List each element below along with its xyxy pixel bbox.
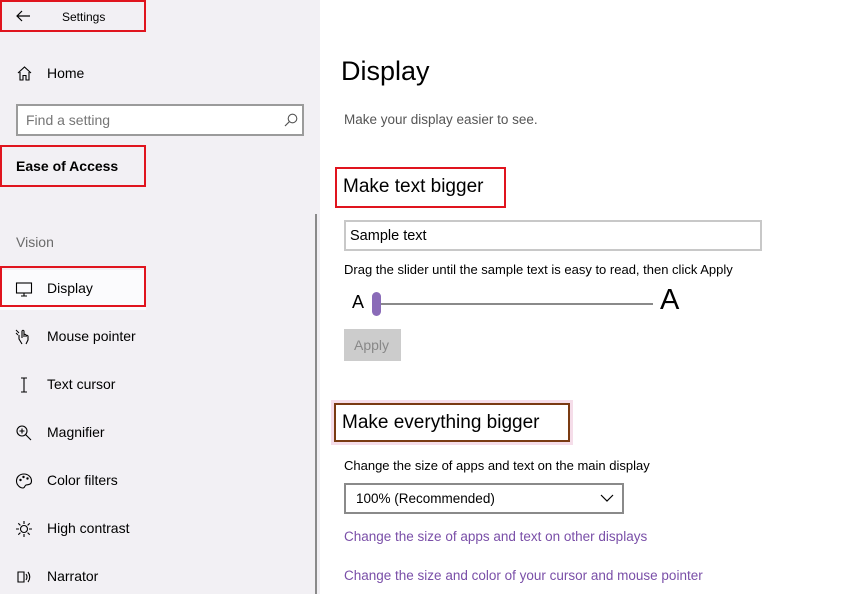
text-size-slider[interactable] bbox=[372, 292, 655, 316]
page-title: Display bbox=[341, 56, 430, 86]
page-subtitle: Make your display easier to see. bbox=[344, 112, 538, 127]
scale-label: Change the size of apps and text on the … bbox=[344, 458, 650, 473]
search-box[interactable] bbox=[16, 104, 304, 136]
everything-bigger-heading: Make everything bigger bbox=[342, 412, 540, 433]
high-contrast-icon bbox=[15, 520, 33, 538]
text-cursor-icon bbox=[15, 376, 33, 394]
slider-instruction: Drag the slider until the sample text is… bbox=[344, 262, 733, 277]
sidebar-item-label: Color filters bbox=[47, 472, 118, 488]
slider-thumb[interactable] bbox=[372, 292, 381, 316]
link-other-displays[interactable]: Change the size of apps and text on othe… bbox=[344, 529, 647, 544]
search-input[interactable] bbox=[26, 111, 271, 129]
sidebar-item-color-filters[interactable]: Color filters bbox=[0, 466, 310, 496]
apply-button[interactable]: Apply bbox=[344, 329, 401, 361]
color-filters-icon bbox=[15, 472, 33, 490]
sidebar-item-label: Narrator bbox=[47, 568, 99, 584]
apply-button-label: Apply bbox=[354, 337, 390, 353]
small-a-label: A bbox=[352, 292, 365, 312]
chevron-down-icon bbox=[600, 493, 614, 503]
sidebar-item-label: Home bbox=[47, 65, 85, 81]
window-title: Settings bbox=[62, 10, 106, 24]
sidebar-item-text-cursor[interactable]: Text cursor bbox=[0, 370, 310, 400]
scale-dropdown-value: 100% (Recommended) bbox=[356, 491, 495, 506]
main-content: Display Make your display easier to see.… bbox=[320, 0, 844, 594]
narrator-icon bbox=[15, 568, 33, 586]
sample-text: Sample text bbox=[350, 228, 427, 244]
group-label-vision: Vision bbox=[16, 234, 54, 250]
sidebar-item-home[interactable]: Home bbox=[0, 58, 310, 88]
sample-text-box: Sample text bbox=[344, 220, 762, 251]
magnifier-icon bbox=[15, 424, 33, 442]
section-title: Ease of Access bbox=[16, 158, 119, 174]
sidebar-item-display[interactable]: Display bbox=[0, 274, 310, 304]
back-arrow-icon[interactable] bbox=[14, 7, 32, 25]
sidebar-item-magnifier[interactable]: Magnifier bbox=[0, 418, 310, 448]
scale-dropdown[interactable]: 100% (Recommended) bbox=[344, 483, 624, 514]
home-icon bbox=[16, 65, 34, 83]
large-a-label: A bbox=[660, 284, 680, 316]
sidebar-item-label: High contrast bbox=[47, 520, 130, 536]
sidebar-item-narrator[interactable]: Narrator bbox=[0, 562, 310, 592]
sidebar-item-label: Display bbox=[47, 280, 93, 296]
search-icon[interactable] bbox=[283, 112, 299, 128]
sidebar-item-label: Text cursor bbox=[47, 376, 116, 392]
link-cursor-pointer[interactable]: Change the size and color of your cursor… bbox=[344, 568, 703, 583]
sidebar-item-high-contrast[interactable]: High contrast bbox=[0, 514, 310, 544]
sidebar-scrollbar[interactable] bbox=[315, 214, 317, 594]
monitor-icon bbox=[15, 280, 33, 298]
sidebar-item-label: Magnifier bbox=[47, 424, 105, 440]
text-bigger-heading: Make text bigger bbox=[343, 176, 484, 197]
sidebar-item-mouse-pointer[interactable]: Mouse pointer bbox=[0, 322, 310, 352]
mouse-pointer-icon bbox=[15, 328, 33, 346]
sidebar: Settings Home Ease of Access Vision Disp… bbox=[0, 0, 320, 594]
slider-track bbox=[372, 303, 653, 305]
sidebar-item-label: Mouse pointer bbox=[47, 328, 136, 344]
